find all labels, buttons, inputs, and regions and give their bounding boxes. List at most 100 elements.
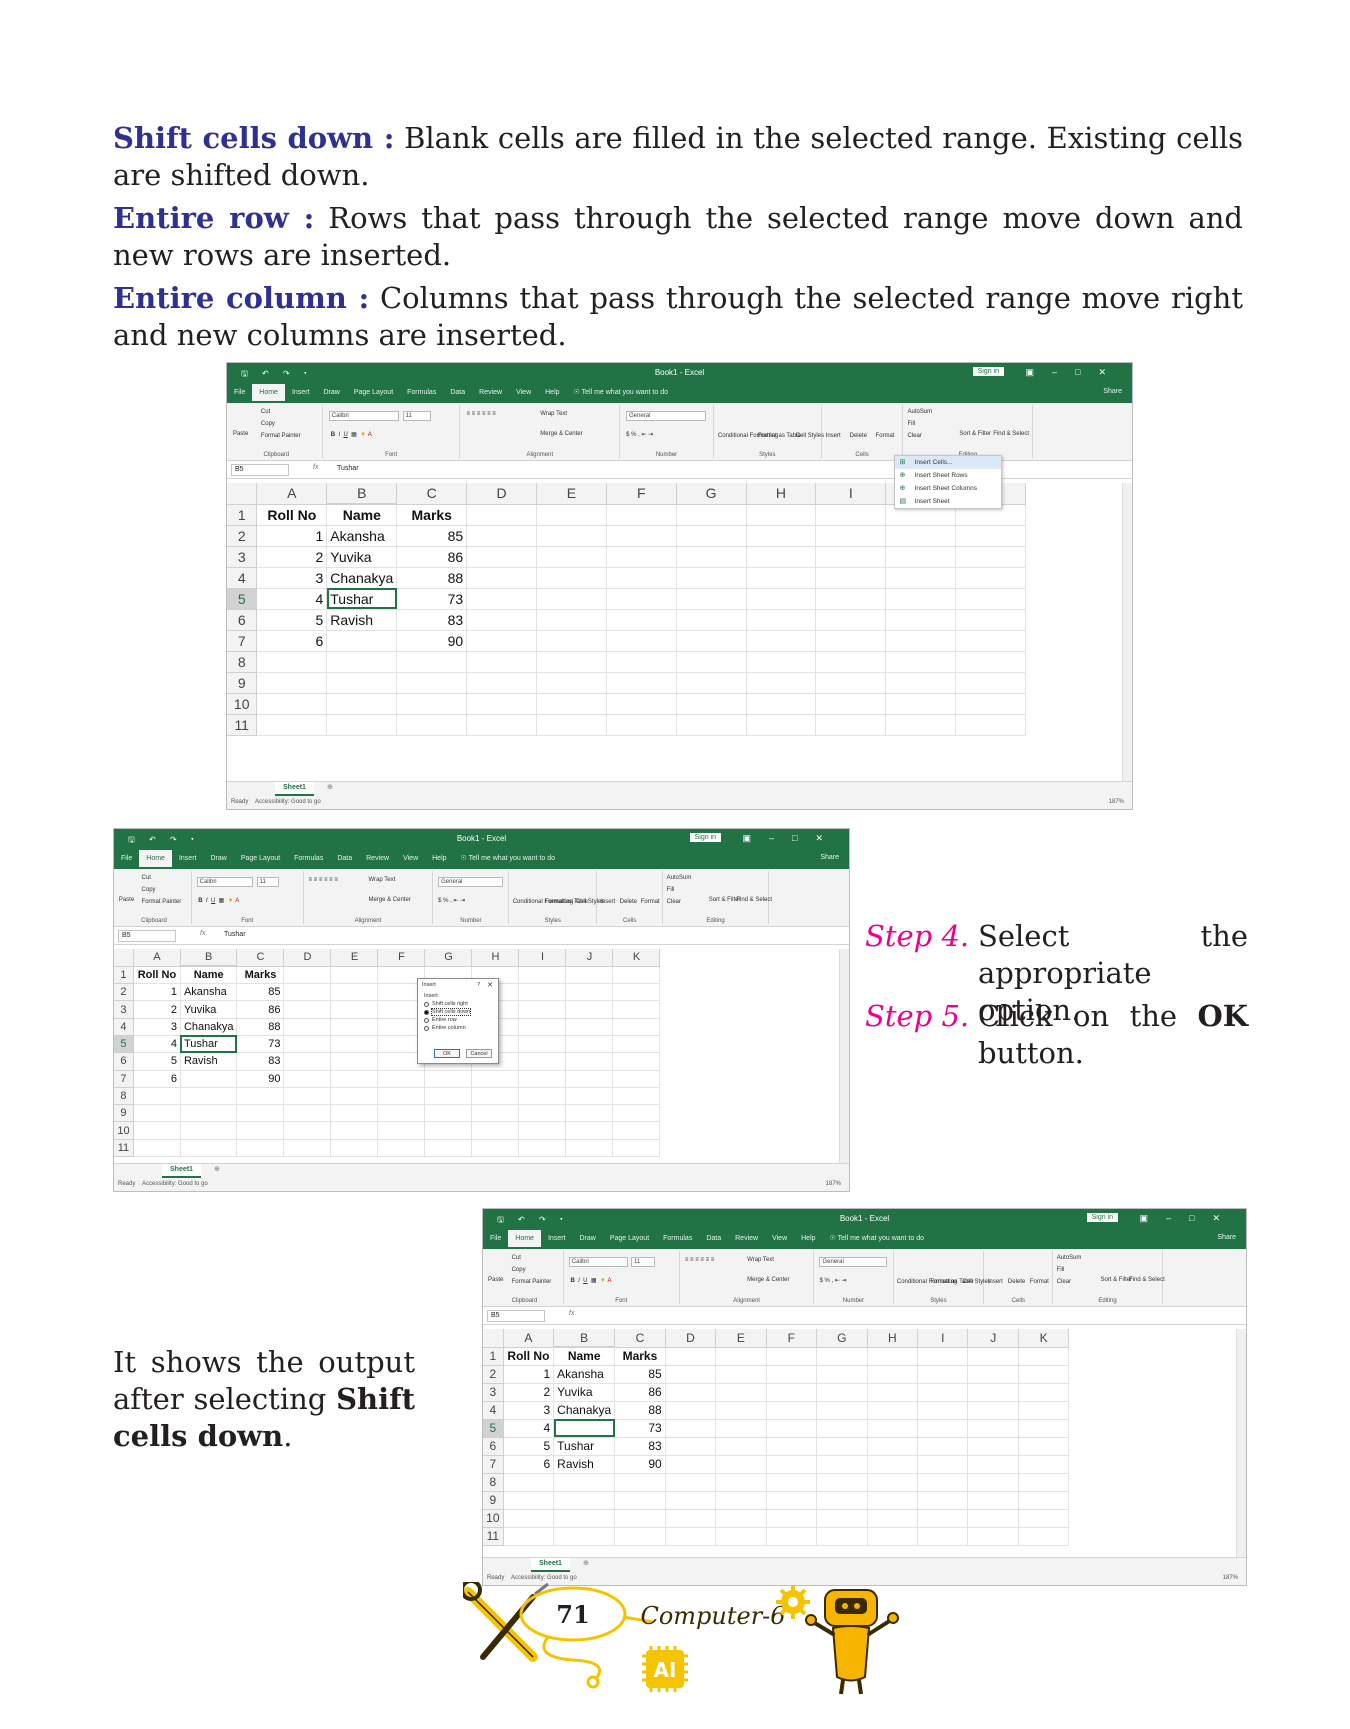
cell[interactable] <box>612 1000 661 1019</box>
cell[interactable] <box>917 1473 969 1492</box>
cell[interactable] <box>665 1383 717 1402</box>
cell[interactable] <box>766 1401 818 1420</box>
cell[interactable] <box>955 651 1026 673</box>
column-header-i[interactable]: I <box>518 949 567 967</box>
row-header[interactable]: 2 <box>114 983 134 1002</box>
cell[interactable] <box>676 504 747 526</box>
cell[interactable] <box>330 1104 379 1123</box>
cell[interactable] <box>396 714 468 736</box>
sheet-tab-sheet1[interactable]: Sheet1 <box>531 1558 570 1572</box>
cell[interactable] <box>518 1000 567 1019</box>
cell[interactable] <box>612 966 661 985</box>
column-header-f[interactable]: F <box>377 949 426 967</box>
cell[interactable] <box>606 651 677 673</box>
column-header-i[interactable]: I <box>917 1329 969 1348</box>
cell[interactable] <box>816 1365 868 1384</box>
cell[interactable] <box>816 1509 868 1528</box>
cell-styles-button[interactable]: Cell Styles <box>796 433 824 439</box>
tab-formulas[interactable]: Formulas <box>400 384 443 401</box>
cell[interactable]: 1 <box>133 983 181 1002</box>
row-header[interactable]: 1 <box>483 1347 504 1366</box>
cell[interactable]: Marks <box>236 966 285 985</box>
cell[interactable] <box>885 588 957 610</box>
cell[interactable] <box>553 1509 616 1528</box>
cell[interactable]: 1 <box>256 525 328 547</box>
cell[interactable] <box>518 1018 567 1036</box>
bold-italic-underline-buttons[interactable]: B I U ▦ ▼ A <box>331 431 372 438</box>
cell[interactable] <box>676 630 747 652</box>
cell[interactable] <box>133 1139 181 1158</box>
cell[interactable] <box>330 1035 379 1054</box>
font-name-box[interactable]: Calibri <box>568 1257 628 1267</box>
cell[interactable] <box>180 1104 238 1123</box>
column-header-f[interactable]: F <box>606 483 677 505</box>
row-header[interactable]: 5 <box>483 1419 504 1438</box>
cell[interactable] <box>606 672 677 694</box>
cell[interactable]: 1 <box>503 1365 555 1384</box>
cell[interactable] <box>503 1473 555 1492</box>
cut-button[interactable]: Cut <box>142 875 151 881</box>
cell[interactable] <box>967 1437 1019 1456</box>
cell[interactable]: Tushar <box>180 1035 238 1054</box>
cell[interactable] <box>715 1419 767 1438</box>
row-header[interactable]: 4 <box>227 567 258 589</box>
cell[interactable] <box>283 1035 332 1054</box>
cell[interactable] <box>676 693 747 715</box>
radio-button[interactable] <box>424 1009 429 1015</box>
insert-cells-button[interactable]: Insert <box>988 1279 1003 1285</box>
cell[interactable] <box>1018 1419 1070 1438</box>
cell[interactable] <box>955 525 1026 547</box>
format-cells-button[interactable]: Format <box>1030 1279 1049 1285</box>
cell[interactable]: Chanakya <box>326 567 398 589</box>
cell[interactable] <box>283 1121 332 1140</box>
cell[interactable] <box>565 1000 614 1019</box>
cell[interactable]: 4 <box>256 588 328 610</box>
column-header-h[interactable]: H <box>867 1329 919 1348</box>
cell[interactable]: 6 <box>256 630 328 652</box>
cell[interactable]: 85 <box>396 525 468 547</box>
tab-home[interactable]: Home <box>139 850 172 867</box>
cell[interactable] <box>955 714 1026 736</box>
column-header-a[interactable]: A <box>256 483 328 505</box>
tab-review[interactable]: Review <box>728 1230 765 1247</box>
tab-data[interactable]: Data <box>699 1230 728 1247</box>
column-header-a[interactable]: A <box>133 949 181 967</box>
cell[interactable] <box>955 588 1026 610</box>
cell[interactable] <box>867 1527 919 1546</box>
cell[interactable] <box>424 1087 473 1106</box>
row-header[interactable]: 8 <box>483 1473 504 1492</box>
cell[interactable] <box>606 588 677 610</box>
tab-insert[interactable]: Insert <box>172 850 204 867</box>
cell[interactable] <box>330 1052 379 1071</box>
cell[interactable] <box>885 693 957 715</box>
cell[interactable] <box>676 525 747 547</box>
cell[interactable] <box>1018 1383 1070 1402</box>
cell[interactable] <box>236 1104 285 1123</box>
column-header-k[interactable]: K <box>612 949 661 967</box>
row-header[interactable]: 7 <box>483 1455 504 1474</box>
cell[interactable] <box>466 693 537 715</box>
row-header[interactable]: 6 <box>227 609 258 631</box>
delete-cells-button[interactable]: Delete <box>620 899 637 905</box>
delete-cells-button[interactable]: Delete <box>850 433 867 439</box>
cell[interactable] <box>746 588 817 610</box>
cell[interactable] <box>377 1121 426 1140</box>
cell[interactable] <box>256 672 328 694</box>
cell[interactable]: Akansha <box>553 1365 616 1384</box>
add-sheet-icon[interactable]: ⊕ <box>327 783 333 791</box>
cell[interactable] <box>612 1139 661 1158</box>
number-format-box[interactable]: General <box>819 1257 887 1267</box>
add-sheet-icon[interactable]: ⊕ <box>583 1559 589 1567</box>
cell[interactable] <box>816 1437 868 1456</box>
cell[interactable] <box>665 1347 717 1366</box>
cell[interactable] <box>326 714 398 736</box>
cell[interactable] <box>816 1401 868 1420</box>
column-header-e[interactable]: E <box>715 1329 767 1348</box>
cell[interactable] <box>885 609 957 631</box>
insert-cells-button[interactable]: Insert <box>826 433 841 439</box>
cell[interactable] <box>967 1491 1019 1510</box>
cut-button[interactable]: Cut <box>261 409 270 415</box>
cell[interactable] <box>536 567 607 589</box>
cell[interactable] <box>715 1455 767 1474</box>
cell[interactable] <box>553 1473 616 1492</box>
